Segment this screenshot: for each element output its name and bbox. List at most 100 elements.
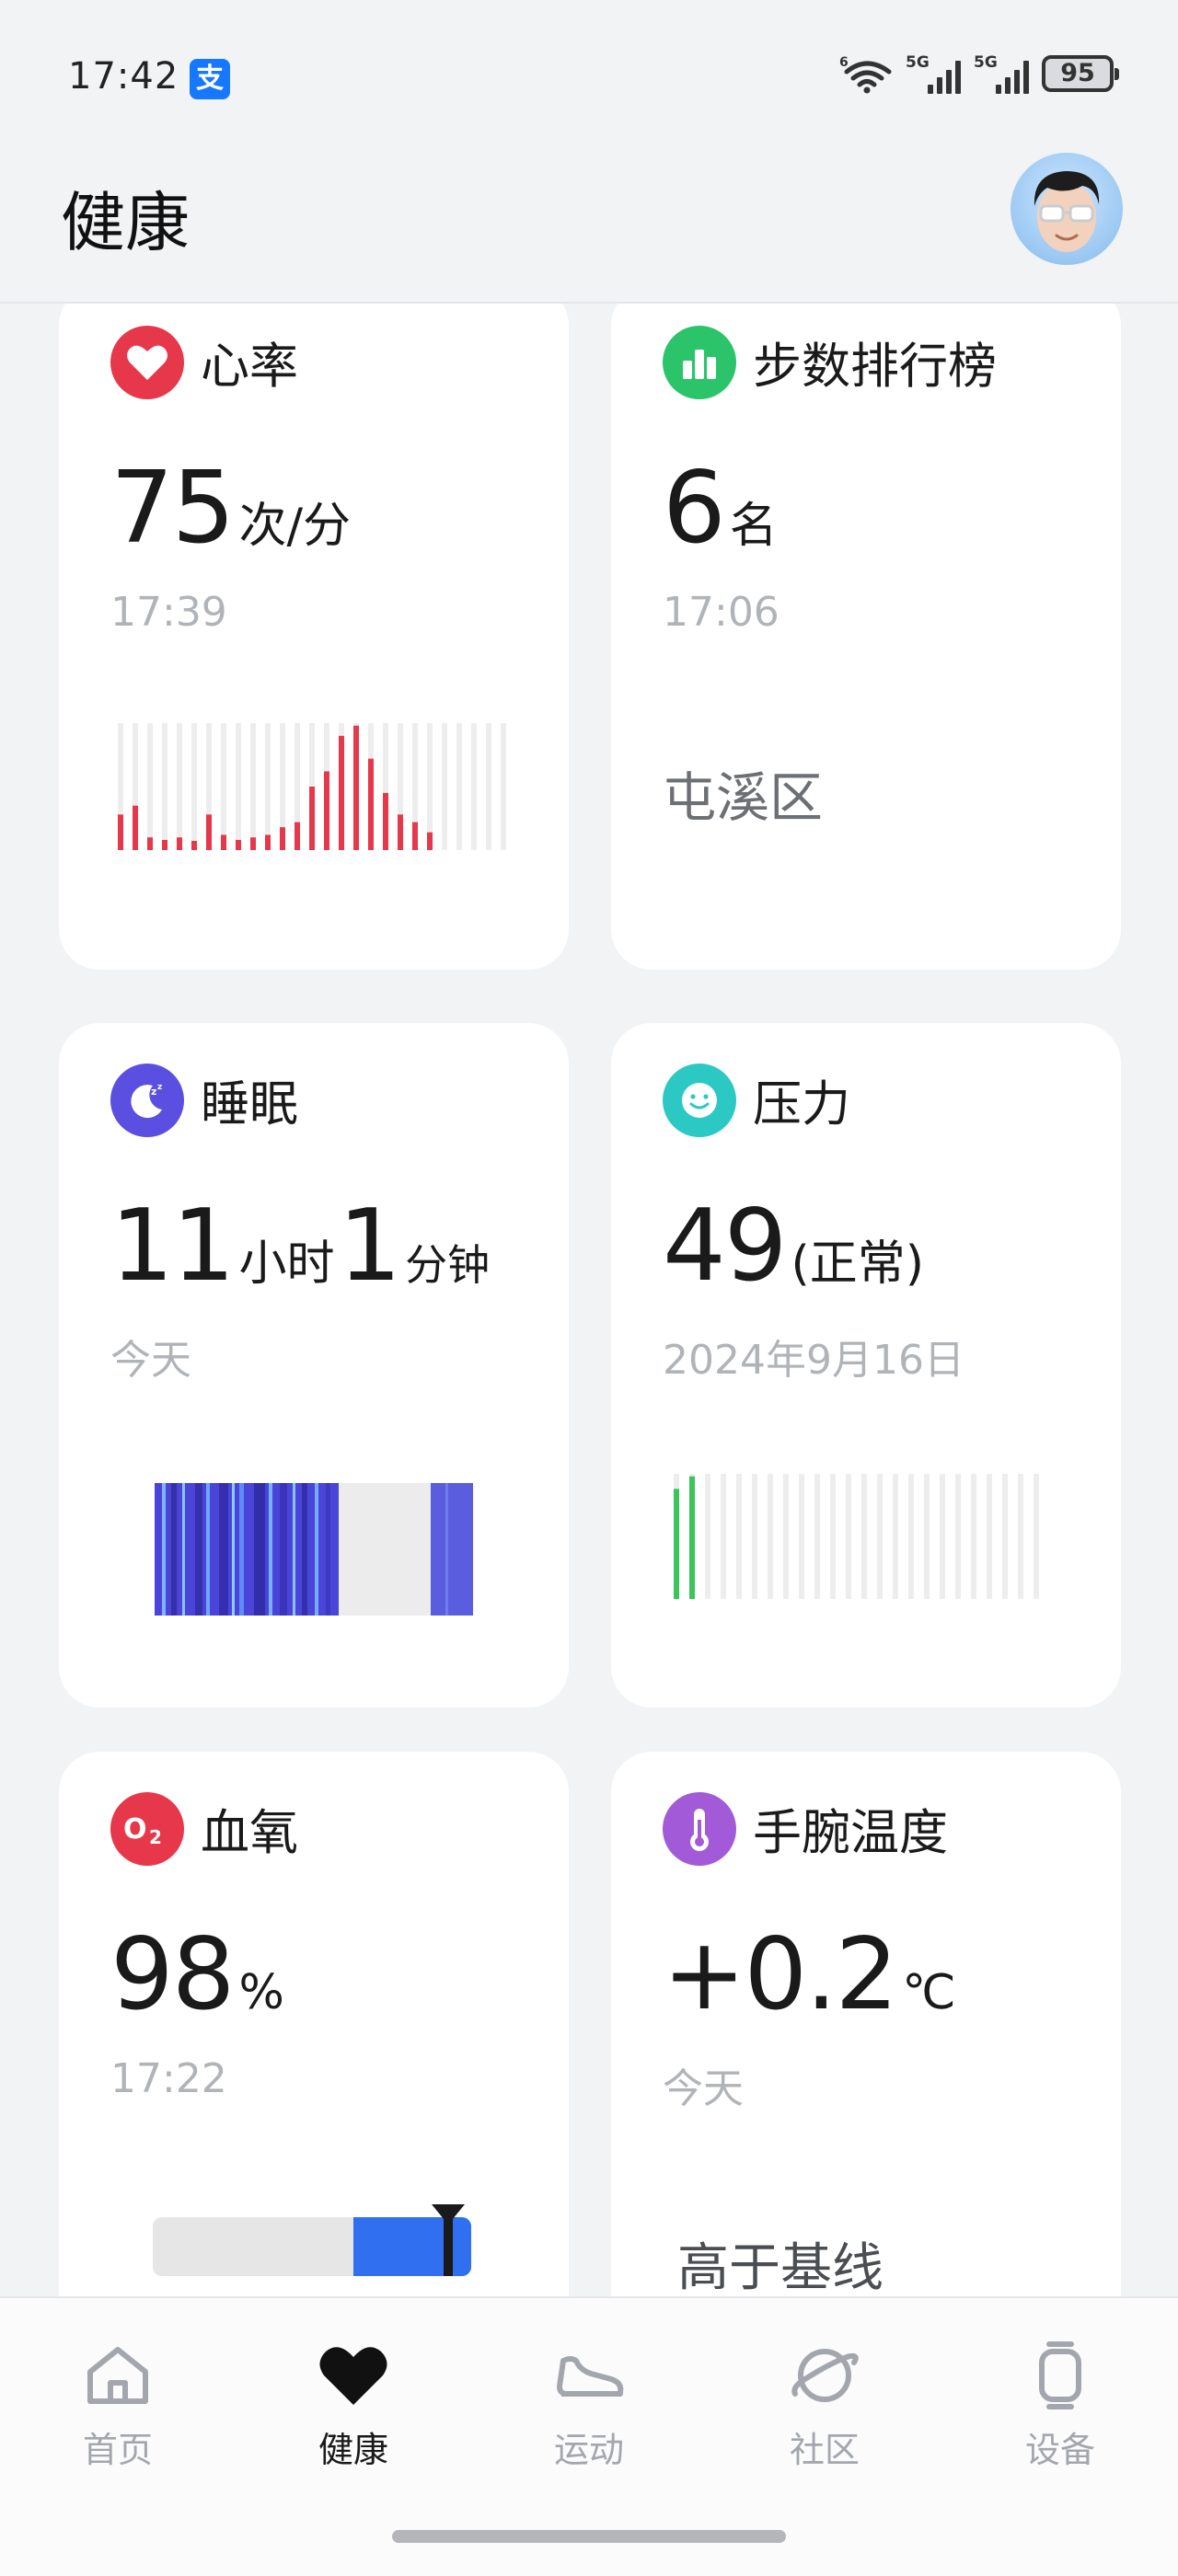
heart-rate-bar xyxy=(309,787,315,850)
status-indicators: 6 5G 5G 95 xyxy=(839,53,1119,94)
heart-rate-bar xyxy=(294,822,300,850)
heart-rate-bar xyxy=(118,814,123,850)
stress-track xyxy=(924,1474,930,1599)
health-cards-grid: 心率 75 次/分 17:39 步数排行榜 6 名 17:06 屯溪区 zz 睡… xyxy=(0,304,1178,2300)
sleep-hours-unit: 小时 xyxy=(238,1236,335,1292)
heart-rate-bar xyxy=(162,839,167,850)
heart-rate-track xyxy=(147,723,153,850)
sleep-hours-value: 11 xyxy=(110,1189,235,1304)
o2-icon: O2 xyxy=(110,1792,184,1866)
heart-rate-track xyxy=(486,723,491,850)
steps-rank-district: 屯溪区 xyxy=(663,766,824,829)
heart-rate-track xyxy=(471,723,477,850)
steps-rank-unit: 名 xyxy=(729,499,778,554)
steps-rank-card[interactable]: 步数排行榜 6 名 17:06 屯溪区 xyxy=(611,304,1121,970)
moon-icon: zz xyxy=(110,1064,184,1137)
stress-chart xyxy=(674,1474,1039,1599)
spo2-value: 98 xyxy=(110,1917,235,2032)
heart-rate-bar xyxy=(368,758,374,850)
spo2-card[interactable]: O2 血氧 98 % 17:22 xyxy=(59,1752,569,2300)
steps-rank-value: 6 xyxy=(663,451,726,566)
nav-home[interactable]: 首页 xyxy=(35,2339,201,2472)
signal-1-icon: 5G xyxy=(906,53,961,94)
stress-track xyxy=(752,1474,757,1599)
heart-icon xyxy=(110,326,184,399)
sleep-card[interactable]: zz 睡眠 11 小时 1 分钟 今天 xyxy=(59,1023,569,1708)
nav-sport[interactable]: 运动 xyxy=(506,2339,672,2472)
svg-text:2: 2 xyxy=(149,1826,162,1848)
spo2-level-bar xyxy=(153,2204,471,2276)
stress-track xyxy=(1002,1474,1008,1599)
heart-rate-track xyxy=(250,723,256,850)
heart-rate-bar xyxy=(324,771,329,850)
sleep-minutes-unit: 分钟 xyxy=(405,1240,491,1290)
nav-health[interactable]: 健康 xyxy=(271,2339,436,2472)
nav-device-label: 设备 xyxy=(1024,2430,1095,2470)
wrist-temp-unit: ℃ xyxy=(902,1965,956,2020)
heart-rate-bar xyxy=(147,837,153,850)
sleep-minutes-value: 1 xyxy=(338,1189,401,1304)
heart-rate-track xyxy=(191,723,197,850)
heart-rate-track xyxy=(177,723,182,850)
svg-text:z: z xyxy=(151,1086,156,1098)
page-header: 健康 xyxy=(0,138,1178,304)
heart-rate-bar xyxy=(353,725,359,850)
stress-track xyxy=(846,1474,851,1599)
battery-icon: 95 xyxy=(1042,55,1119,92)
heart-rate-title: 心率 xyxy=(201,339,298,395)
heart-rate-bar xyxy=(236,839,241,850)
heart-rate-bar xyxy=(191,841,197,850)
stress-bar xyxy=(674,1489,679,1599)
status-bar: 17:42 支 6 5G 5G 95 xyxy=(0,0,1178,138)
stress-track xyxy=(799,1474,804,1599)
stress-track xyxy=(768,1474,773,1599)
stress-status: (正常) xyxy=(791,1236,925,1292)
heart-rate-bar xyxy=(412,822,418,850)
nav-device[interactable]: 设备 xyxy=(977,2339,1143,2472)
wrist-temp-card[interactable]: 手腕温度 +0.2 ℃ 今天 高于基线 xyxy=(611,1752,1121,2300)
stress-track xyxy=(1018,1474,1023,1599)
steps-rank-title: 步数排行榜 xyxy=(753,339,997,395)
wrist-temp-date: 今天 xyxy=(663,2065,744,2112)
heart-rate-value: 75 xyxy=(110,451,235,566)
heart-rate-card[interactable]: 心率 75 次/分 17:39 xyxy=(59,304,569,970)
sleep-date: 今天 xyxy=(110,1337,191,1384)
signal-2-icon: 5G xyxy=(974,53,1029,94)
nav-sport-label: 运动 xyxy=(553,2430,624,2470)
heart-rate-bar xyxy=(265,834,271,850)
stress-track xyxy=(736,1474,742,1599)
nav-community-label: 社区 xyxy=(789,2430,860,2470)
heart-rate-bar xyxy=(133,805,138,850)
thermometer-icon xyxy=(663,1792,736,1866)
avatar-icon[interactable] xyxy=(1011,153,1123,265)
heart-rate-track xyxy=(265,723,271,850)
svg-text:z: z xyxy=(157,1083,162,1092)
steps-rank-time: 17:06 xyxy=(663,589,780,636)
heart-rate-chart xyxy=(118,723,506,850)
sleep-stages-chart xyxy=(155,1483,473,1616)
stress-track xyxy=(721,1474,726,1599)
home-indicator[interactable] xyxy=(392,2530,786,2543)
nav-community[interactable]: 社区 xyxy=(742,2339,907,2472)
stress-track xyxy=(955,1474,961,1599)
alipay-badge-icon: 支 xyxy=(190,59,230,99)
stress-card[interactable]: 压力 49 (正常) 2024年9月16日 xyxy=(611,1023,1121,1708)
svg-text:O: O xyxy=(123,1813,147,1846)
planet-icon xyxy=(791,2349,859,2402)
smile-icon xyxy=(663,1064,736,1137)
heart-rate-bar xyxy=(177,837,182,850)
spo2-time: 17:22 xyxy=(110,2055,227,2102)
nav-health-label: 健康 xyxy=(318,2430,388,2470)
stress-track xyxy=(814,1474,820,1599)
stress-track xyxy=(940,1474,945,1599)
heart-rate-track xyxy=(501,723,506,850)
heart-rate-bar xyxy=(398,814,403,850)
shoe-icon xyxy=(557,2356,624,2397)
sleep-title: 睡眠 xyxy=(201,1076,298,1133)
heart-rate-bar xyxy=(221,834,226,850)
stress-track xyxy=(783,1474,789,1599)
stress-track xyxy=(1034,1474,1039,1599)
stress-value: 49 xyxy=(663,1189,787,1304)
heart-rate-bar xyxy=(250,837,256,850)
heart-rate-bar xyxy=(383,792,388,850)
